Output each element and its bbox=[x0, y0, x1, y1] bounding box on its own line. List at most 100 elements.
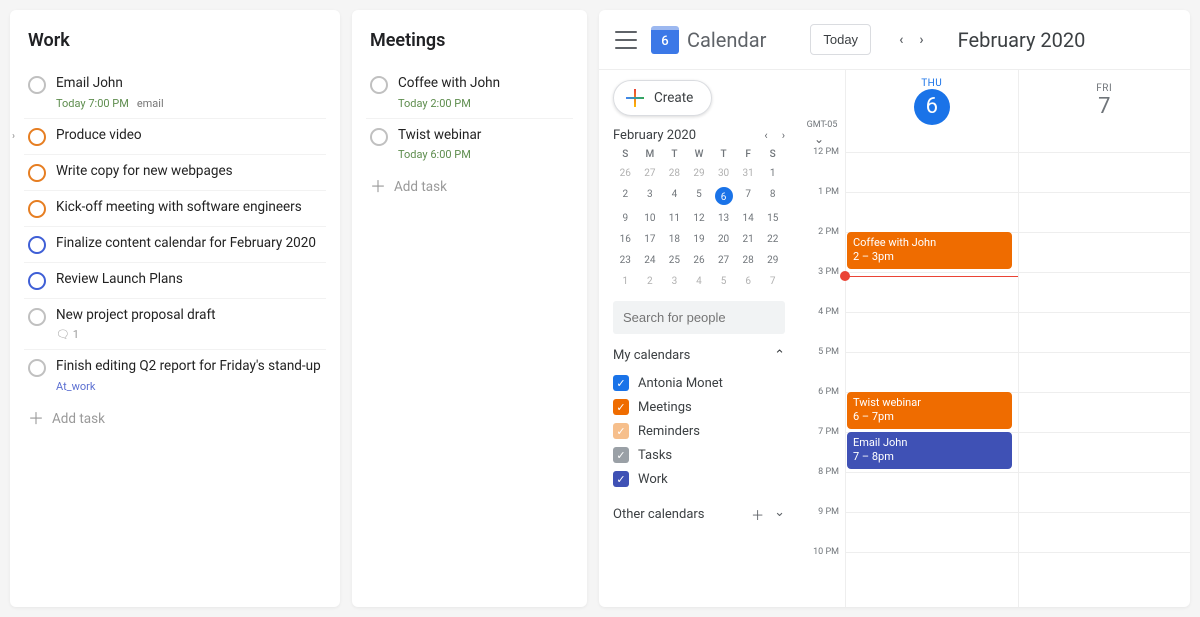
search-people-input[interactable] bbox=[613, 301, 785, 334]
calendar-logo[interactable]: 6 Calendar bbox=[651, 26, 766, 54]
mini-day[interactable]: 30 bbox=[711, 166, 736, 181]
mini-day[interactable]: 1 bbox=[613, 274, 638, 289]
checkbox-icon[interactable]: ✓ bbox=[613, 399, 629, 415]
calendar-checkbox-row[interactable]: ✓Meetings bbox=[613, 395, 785, 419]
mini-day[interactable]: 15 bbox=[760, 211, 785, 226]
mini-day[interactable]: 14 bbox=[736, 211, 761, 226]
mini-day[interactable]: 4 bbox=[687, 274, 712, 289]
mini-day[interactable]: 18 bbox=[662, 232, 687, 247]
task-meta: Today 6:00 PM bbox=[398, 148, 569, 161]
task-title: Finalize content calendar for February 2… bbox=[56, 235, 322, 253]
mini-day[interactable]: 29 bbox=[760, 253, 785, 268]
add-calendar-icon[interactable]: ＋ bbox=[751, 505, 764, 524]
calendar-checkbox-row[interactable]: ✓Reminders bbox=[613, 419, 785, 443]
task-item[interactable]: Finish editing Q2 report for Friday's st… bbox=[24, 350, 326, 401]
mini-day[interactable]: 8 bbox=[760, 187, 785, 205]
mini-day[interactable]: 19 bbox=[687, 232, 712, 247]
chevron-down-icon[interactable]: ⌄ bbox=[774, 505, 785, 524]
mini-day[interactable]: 22 bbox=[760, 232, 785, 247]
calendar-checkbox-row[interactable]: ✓Tasks bbox=[613, 443, 785, 467]
checkbox-icon[interactable]: ✓ bbox=[613, 375, 629, 391]
mini-day[interactable]: 9 bbox=[613, 211, 638, 226]
mini-day[interactable]: 5 bbox=[687, 187, 712, 205]
mini-next-icon[interactable]: › bbox=[782, 129, 785, 142]
calendar-grid[interactable]: ⌄ 12 PM1 PM2 PM3 PM4 PM5 PM6 PM7 PM8 PM9… bbox=[799, 132, 1190, 607]
task-item[interactable]: Finalize content calendar for February 2… bbox=[24, 227, 326, 263]
mini-day[interactable]: 20 bbox=[711, 232, 736, 247]
mini-day[interactable]: 27 bbox=[638, 166, 663, 181]
task-checkbox[interactable] bbox=[28, 76, 46, 94]
task-checkbox[interactable] bbox=[370, 128, 388, 146]
other-calendars-toggle[interactable]: Other calendars ＋ ⌄ bbox=[613, 505, 785, 524]
calendar-event[interactable]: Twist webinar6 – 7pm bbox=[847, 392, 1012, 429]
calendar-event[interactable]: Coffee with John2 – 3pm bbox=[847, 232, 1012, 269]
task-checkbox[interactable] bbox=[28, 272, 46, 290]
mini-day[interactable]: 4 bbox=[662, 187, 687, 205]
today-button[interactable]: Today bbox=[810, 24, 871, 55]
mini-day[interactable]: 29 bbox=[687, 166, 712, 181]
mini-day[interactable]: 10 bbox=[638, 211, 663, 226]
task-item[interactable]: Coffee with JohnToday 2:00 PM bbox=[366, 67, 573, 119]
calendar-checkbox-row[interactable]: ✓Work bbox=[613, 467, 785, 491]
mini-day[interactable]: 26 bbox=[687, 253, 712, 268]
task-title: Produce video bbox=[56, 127, 322, 145]
next-arrow-icon[interactable]: › bbox=[919, 32, 923, 48]
mini-day[interactable]: 23 bbox=[613, 253, 638, 268]
mini-day[interactable]: 3 bbox=[638, 187, 663, 205]
mini-day[interactable]: 28 bbox=[662, 166, 687, 181]
task-checkbox[interactable] bbox=[28, 308, 46, 326]
task-checkbox[interactable] bbox=[28, 359, 46, 377]
task-item[interactable]: ›Produce video bbox=[24, 119, 326, 155]
task-item[interactable]: Review Launch Plans bbox=[24, 263, 326, 299]
mini-day[interactable]: 27 bbox=[711, 253, 736, 268]
task-checkbox[interactable] bbox=[28, 236, 46, 254]
task-checkbox[interactable] bbox=[28, 164, 46, 182]
checkbox-icon[interactable]: ✓ bbox=[613, 423, 629, 439]
task-item[interactable]: Twist webinarToday 6:00 PM bbox=[366, 119, 573, 170]
checkbox-icon[interactable]: ✓ bbox=[613, 471, 629, 487]
mini-day[interactable]: 21 bbox=[736, 232, 761, 247]
mini-day[interactable]: 3 bbox=[662, 274, 687, 289]
task-checkbox[interactable] bbox=[370, 76, 388, 94]
mini-day[interactable]: 12 bbox=[687, 211, 712, 226]
mini-day[interactable]: 6 bbox=[715, 187, 733, 205]
task-checkbox[interactable] bbox=[28, 200, 46, 218]
menu-icon[interactable] bbox=[615, 31, 637, 49]
meetings-add-task[interactable]: ＋ Add task bbox=[366, 169, 573, 205]
mini-day[interactable]: 7 bbox=[760, 274, 785, 289]
mini-day[interactable]: 1 bbox=[760, 166, 785, 181]
mini-day[interactable]: 2 bbox=[638, 274, 663, 289]
task-item[interactable]: Email JohnToday 7:00 PMemail bbox=[24, 67, 326, 119]
mini-day[interactable]: 11 bbox=[662, 211, 687, 226]
task-checkbox[interactable] bbox=[28, 128, 46, 146]
task-title: Review Launch Plans bbox=[56, 271, 322, 289]
task-item[interactable]: Kick-off meeting with software engineers bbox=[24, 191, 326, 227]
mini-day[interactable]: 7 bbox=[736, 187, 761, 205]
mini-day[interactable]: 16 bbox=[613, 232, 638, 247]
mini-calendar[interactable]: SMTWTFS262728293031123456789101112131415… bbox=[613, 149, 785, 289]
mini-day[interactable]: 26 bbox=[613, 166, 638, 181]
mini-day[interactable]: 28 bbox=[736, 253, 761, 268]
create-button[interactable]: Create bbox=[613, 80, 712, 116]
work-add-task[interactable]: ＋ Add task bbox=[24, 401, 326, 437]
task-title: Coffee with John bbox=[398, 75, 569, 93]
mini-day[interactable]: 2 bbox=[613, 187, 638, 205]
task-item[interactable]: Write copy for new webpages bbox=[24, 155, 326, 191]
mini-day[interactable]: 31 bbox=[736, 166, 761, 181]
mini-day[interactable]: 17 bbox=[638, 232, 663, 247]
prev-arrow-icon[interactable]: ‹ bbox=[899, 32, 903, 48]
day-column-header[interactable]: THU6 bbox=[845, 70, 1018, 132]
day-column-header[interactable]: FRI7 bbox=[1018, 70, 1191, 132]
calendar-checkbox-row[interactable]: ✓Antonia Monet bbox=[613, 371, 785, 395]
mini-day[interactable]: 24 bbox=[638, 253, 663, 268]
mini-day[interactable]: 13 bbox=[711, 211, 736, 226]
mini-day[interactable]: 5 bbox=[711, 274, 736, 289]
calendar-event[interactable]: Email John7 – 8pm bbox=[847, 432, 1012, 469]
my-calendars-toggle[interactable]: My calendars ⌃ bbox=[613, 348, 785, 363]
task-item[interactable]: New project proposal draft🗨 1 bbox=[24, 299, 326, 351]
mini-prev-icon[interactable]: ‹ bbox=[764, 129, 767, 142]
mini-day[interactable]: 25 bbox=[662, 253, 687, 268]
expand-icon[interactable]: ⌄ bbox=[805, 132, 833, 146]
mini-day[interactable]: 6 bbox=[736, 274, 761, 289]
checkbox-icon[interactable]: ✓ bbox=[613, 447, 629, 463]
